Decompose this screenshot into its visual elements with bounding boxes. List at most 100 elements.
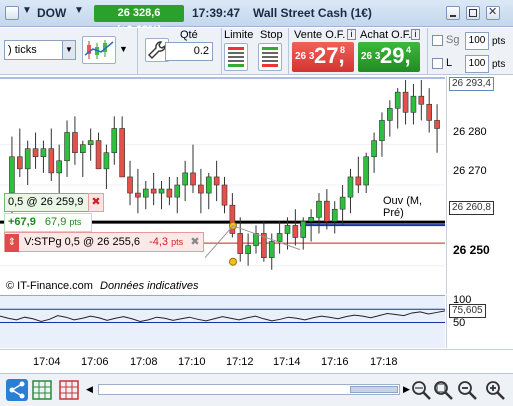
candle-body [190, 172, 196, 186]
candle-body [72, 132, 78, 154]
candle-body [103, 152, 110, 170]
sell-label: Vente O.F. [294, 29, 346, 41]
candle-body [213, 176, 220, 186]
candle-body [331, 208, 338, 222]
candle-body [79, 144, 86, 154]
open-level-label: Ouv (M, Pré) [383, 195, 423, 219]
grid-icon[interactable] [31, 379, 53, 401]
order-toolbar: ) ticks ▼ ▼ Qté Limite Stop Vente O.F. i… [0, 28, 513, 75]
candle-body [95, 140, 102, 170]
limit-label: Limite [224, 29, 254, 41]
candle-body [434, 120, 440, 129]
share-icon[interactable] [6, 379, 28, 401]
pnl-points-unit: pts [69, 217, 82, 227]
candle-body [127, 176, 133, 194]
zoom-out-icon[interactable] [456, 379, 478, 401]
close-stop-order-icon[interactable]: ✖ [187, 233, 203, 251]
sell-button[interactable]: 26 3 27, 8 [292, 42, 354, 72]
period-select[interactable]: ) ticks ▼ [4, 40, 76, 60]
time-tick: 17:14 [273, 356, 301, 368]
candle-body [237, 233, 244, 254]
oscillator-axis: 100 75,605 50 [446, 294, 513, 348]
candle-body [253, 233, 259, 246]
candle-body [410, 95, 417, 113]
watermark-note: Données indicatives [100, 280, 199, 292]
drag-handle-icon[interactable]: ⇕ [5, 234, 19, 252]
candle-body [308, 216, 314, 222]
price-tick: 26 250 [453, 243, 490, 257]
close-button[interactable]: ✕ [486, 6, 500, 20]
stop-order-pnl: -4,3 [149, 236, 169, 248]
minimize-button[interactable] [446, 6, 460, 20]
stop-order-button[interactable] [258, 43, 282, 71]
zoom-fit-icon[interactable] [432, 379, 454, 401]
period-value: ) ticks [8, 44, 37, 56]
stop-order-pnl-unit: pts [171, 237, 184, 247]
candle-body [40, 148, 47, 158]
candle-body [324, 200, 330, 222]
candle-body [379, 120, 385, 141]
buy-order-position[interactable]: 0,5 @ 26 259,9 [4, 193, 92, 212]
price-axis[interactable]: 26 293,4 26 280 26 270 26 260,8 26 250 [446, 76, 513, 294]
grid-settings-icon[interactable] [58, 379, 80, 401]
candle-body [339, 196, 346, 210]
time-scrollbar[interactable] [98, 384, 400, 395]
chevron-down-icon[interactable]: ▼ [22, 5, 32, 16]
price-chart[interactable]: Ouv (M, Pré) 0,5 @ 26 259,9 ✖ +67,9 67,9… [0, 76, 445, 294]
candle-body [24, 148, 31, 170]
time-tick: 17:18 [370, 356, 398, 368]
sell-info-icon[interactable]: i [347, 29, 356, 40]
candle-body [371, 140, 377, 158]
candle-body [48, 148, 55, 174]
candle-body [17, 156, 23, 170]
zoom-range-icon[interactable] [410, 379, 432, 401]
oscillator-panel[interactable] [0, 295, 446, 348]
sell-price-fraction: 8 [340, 45, 346, 55]
candle-body [158, 188, 165, 194]
toolbar-divider [137, 28, 138, 75]
buy-info-icon[interactable]: i [411, 29, 420, 40]
candle-body [276, 233, 283, 242]
symbol-label[interactable]: DOW [37, 6, 66, 20]
toolbar-divider [221, 28, 222, 75]
toolbar-divider [288, 28, 289, 75]
symbol-dropdown-icon[interactable]: ▼ [74, 5, 84, 16]
sg-checkbox[interactable] [432, 35, 443, 46]
candle-body [387, 107, 393, 121]
candle-body [284, 225, 291, 234]
limit-order-button[interactable] [224, 43, 248, 71]
oscillator-value-tag: 75,605 [449, 304, 486, 318]
chart-type-dropdown-icon[interactable]: ▼ [119, 44, 128, 54]
open-price-tag: 26 260,8 [449, 201, 494, 215]
watermark: © IT-Finance.com Données indicatives [6, 280, 198, 292]
stop-order-position[interactable]: ⇕ V:STPg 0,5 @ 26 255,6 -4,3 pts [4, 232, 204, 252]
l-label: L [446, 57, 453, 69]
candle-body [9, 156, 15, 194]
candlestick-chart[interactable] [0, 76, 445, 294]
oscillator-line [0, 308, 446, 323]
l-input[interactable]: 100 [465, 55, 489, 73]
sg-input[interactable]: 100 [465, 32, 489, 50]
candle-body [363, 156, 370, 186]
candle-body [221, 184, 228, 206]
pnl-value: +67,9 [8, 216, 36, 228]
scrollbar-thumb[interactable] [350, 386, 398, 393]
stop-order-text: V:STPg 0,5 @ 26 255,6 [24, 236, 141, 248]
chart-type-icon[interactable] [82, 36, 116, 64]
time-tick: 17:12 [226, 356, 254, 368]
l-checkbox[interactable] [432, 58, 443, 69]
oscillator-series [0, 310, 446, 322]
candle-body [394, 91, 401, 109]
scroll-right-icon[interactable]: ▶ [403, 384, 410, 395]
qty-input[interactable]: 0.2 [165, 42, 213, 61]
close-order-icon[interactable]: ✖ [88, 193, 104, 212]
candle-body [300, 221, 307, 238]
zoom-in-icon[interactable] [484, 379, 506, 401]
price-badge: 26 328,6 (+0,68%) [94, 5, 184, 36]
buy-button[interactable]: 26 3 29, 4 [358, 42, 420, 72]
chevron-down-icon[interactable]: ▼ [62, 41, 75, 59]
scroll-left-icon[interactable]: ◀ [86, 384, 93, 395]
window-menu-icon[interactable] [5, 6, 19, 20]
candle-body [150, 188, 157, 194]
maximize-button[interactable] [466, 6, 480, 20]
